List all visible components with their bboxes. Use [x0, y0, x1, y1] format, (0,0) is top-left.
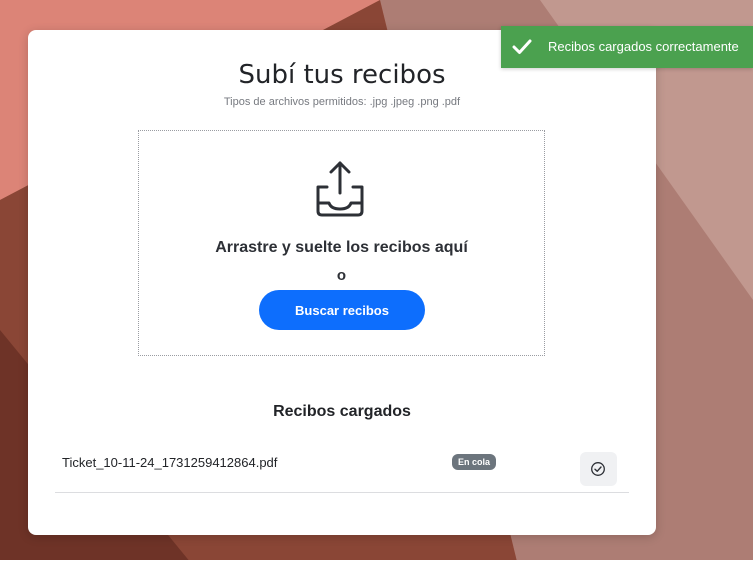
- check-circle-icon: [591, 462, 605, 476]
- status-badge: En cola: [452, 454, 497, 470]
- upload-icon: [316, 161, 364, 217]
- file-row: Ticket_10-11-24_1731259412864.pdf En col…: [55, 445, 629, 493]
- dropzone[interactable]: Arrastre y suelte los recibos aquí o Bus…: [138, 130, 545, 356]
- allowed-types-text: Tipos de archivos permitidos: .jpg .jpeg…: [223, 96, 461, 108]
- upload-card: Subí tus recibos Tipos de archivos permi…: [28, 30, 656, 535]
- or-separator: o: [336, 267, 347, 284]
- browse-receipts-button[interactable]: Buscar recibos: [259, 290, 425, 330]
- drop-instructions: Arrastre y suelte los recibos aquí: [215, 239, 468, 256]
- file-name: Ticket_10-11-24_1731259412864.pdf: [62, 455, 278, 470]
- uploaded-section-title: Recibos cargados: [273, 403, 411, 420]
- toast-message: Recibos cargados correctamente: [548, 39, 739, 54]
- check-icon: [512, 39, 532, 54]
- success-toast: Recibos cargados correctamente: [501, 26, 753, 68]
- confirm-file-button[interactable]: [580, 452, 617, 486]
